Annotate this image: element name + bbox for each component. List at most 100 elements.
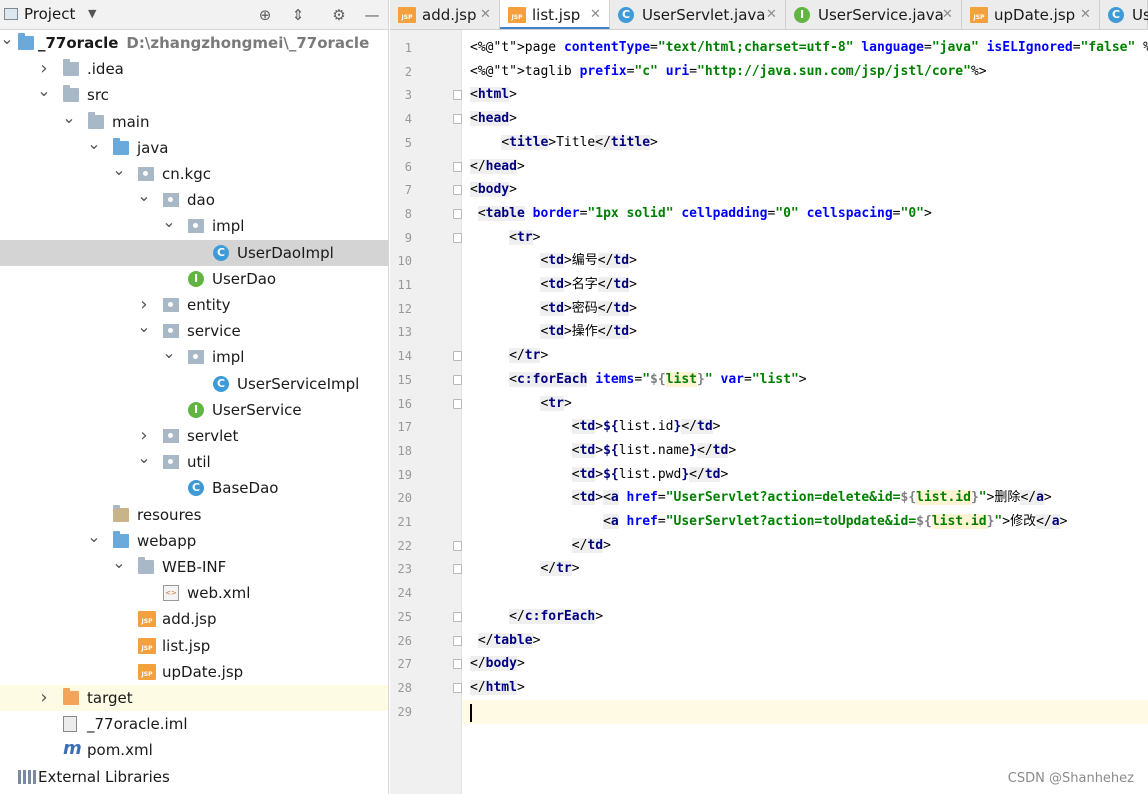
tree-item[interactable]: I UserDao <box>0 266 388 292</box>
code-line[interactable]: </head> <box>462 155 1148 179</box>
fold-marker-icon[interactable] <box>453 185 462 196</box>
chevron-down-icon[interactable]: ▼ <box>88 7 96 20</box>
code-line[interactable]: </td> <box>462 534 1148 558</box>
code-line[interactable] <box>462 699 1148 724</box>
fold-marker-icon[interactable] <box>453 208 462 219</box>
code-line[interactable]: </tr> <box>462 344 1148 368</box>
gear-icon[interactable]: ⚙ <box>328 4 350 26</box>
tree-item[interactable]: ⌄ impl <box>0 344 388 370</box>
editor-tab[interactable]: JSP add.jsp ✕ <box>390 0 500 29</box>
tree-item[interactable]: _77oracle.iml <box>0 711 388 737</box>
chevron-down-icon[interactable]: ⌄ <box>87 134 101 161</box>
editor-tab[interactable]: JSP list.jsp ✕ <box>500 0 610 29</box>
fold-marker-icon[interactable] <box>453 659 462 670</box>
code-line[interactable]: </tr> <box>462 557 1148 581</box>
tree-item[interactable]: JSP list.jsp <box>0 633 388 659</box>
locate-icon[interactable]: ⊕ <box>254 4 276 26</box>
code-line[interactable]: <head> <box>462 107 1148 131</box>
close-icon[interactable]: ✕ <box>766 0 777 29</box>
tree-item[interactable]: ⌄ java <box>0 134 388 161</box>
chevron-right-icon[interactable]: › <box>137 292 151 318</box>
editor-tab[interactable]: C Us <box>1100 0 1148 29</box>
tree-item[interactable]: C BaseDao <box>0 475 388 501</box>
tree-item[interactable]: ⌄ main <box>0 108 388 135</box>
code-line[interactable]: <tr> <box>462 226 1148 250</box>
chevron-down-icon[interactable]: ⌄ <box>137 318 151 344</box>
code-line[interactable]: <td>名字</td> <box>462 273 1148 297</box>
tree-item[interactable]: › .idea <box>0 56 388 82</box>
fold-marker-icon[interactable] <box>453 161 462 172</box>
editor-tab[interactable]: I UserService.java ✕ <box>786 0 962 29</box>
code-line[interactable]: <td>${list.pwd}</td> <box>462 463 1148 487</box>
close-icon[interactable]: ✕ <box>480 0 491 29</box>
tree-item[interactable]: ⌄ service <box>0 318 388 344</box>
code-line[interactable]: <td>${list.name}</td> <box>462 439 1148 463</box>
chevron-right-icon[interactable]: › <box>37 56 51 82</box>
close-icon[interactable]: ✕ <box>942 0 953 29</box>
tree-item[interactable]: C UserDaoImpl <box>0 239 388 266</box>
fold-marker-icon[interactable] <box>453 635 462 646</box>
chevron-down-icon[interactable]: ⌄ <box>137 449 151 475</box>
close-icon[interactable]: ✕ <box>590 0 601 29</box>
chevron-down-icon[interactable]: ⌄ <box>87 527 101 554</box>
code-line[interactable]: </body> <box>462 652 1148 676</box>
tree-item[interactable]: ⌄ cn.kgc <box>0 161 388 187</box>
code-line[interactable]: <body> <box>462 178 1148 202</box>
tree-item[interactable]: ⌄ src <box>0 82 388 108</box>
project-view-title[interactable]: Project <box>24 5 75 23</box>
fold-marker-icon[interactable] <box>453 398 462 409</box>
tree-item[interactable]: ⌄ impl <box>0 213 388 239</box>
code-line[interactable]: <c:forEach items="${list}" var="list"> <box>462 368 1148 392</box>
hide-icon[interactable]: — <box>361 4 383 26</box>
fold-marker-icon[interactable] <box>453 90 462 101</box>
chevron-down-icon[interactable]: ⌄ <box>0 30 14 56</box>
chevron-right-icon[interactable]: › <box>137 423 151 449</box>
collapse-all-icon[interactable]: ⇕ <box>287 4 309 26</box>
chevron-down-icon[interactable]: ⌄ <box>162 213 176 239</box>
editor-tab[interactable]: C UserServlet.java ✕ <box>610 0 786 29</box>
tree-item[interactable]: ⌄ dao <box>0 187 388 213</box>
tree-item[interactable]: C UserServiceImpl <box>0 371 388 397</box>
code-line[interactable]: <td><a href="UserServlet?action=delete&i… <box>462 486 1148 510</box>
code-line[interactable]: <table border="1px solid" cellpadding="0… <box>462 202 1148 226</box>
code-line[interactable]: <td>操作</td> <box>462 320 1148 344</box>
code-line[interactable]: <a href="UserServlet?action=toUpdate&id=… <box>462 510 1148 534</box>
chevron-right-icon[interactable]: › <box>37 685 51 711</box>
code-line[interactable]: <%@"t">page contentType="text/html;chars… <box>462 36 1148 60</box>
chevron-down-icon[interactable]: ⌄ <box>137 187 151 213</box>
code-line[interactable]: <tr> <box>462 392 1148 416</box>
tree-item[interactable]: › entity <box>0 292 388 318</box>
code-line[interactable]: </c:forEach> <box>462 605 1148 629</box>
fold-marker-icon[interactable] <box>453 351 462 362</box>
code-line[interactable]: </table> <box>462 629 1148 653</box>
tree-item[interactable]: ⌄ WEB-INF <box>0 554 388 580</box>
tree-item[interactable]: <> web.xml <box>0 580 388 606</box>
fold-marker-icon[interactable] <box>453 114 462 125</box>
fold-marker-icon[interactable] <box>453 682 462 693</box>
tree-item[interactable]: I UserService <box>0 397 388 423</box>
code-line[interactable]: <td>密码</td> <box>462 297 1148 321</box>
code-editor[interactable]: <%@"t">page contentType="text/html;chars… <box>462 30 1148 794</box>
code-line[interactable]: <html> <box>462 83 1148 107</box>
chevron-down-icon[interactable]: ⌄ <box>112 161 126 187</box>
chevron-down-icon[interactable]: ⌄ <box>162 344 176 370</box>
chevron-down-icon[interactable]: ⌄ <box>62 108 76 135</box>
tree-item[interactable]: ⌄ util <box>0 449 388 475</box>
tree-item[interactable]: External Libraries <box>0 764 388 790</box>
tree-item[interactable]: JSP add.jsp <box>0 606 388 632</box>
fold-marker-icon[interactable] <box>453 611 462 622</box>
fold-marker-icon[interactable] <box>453 232 462 243</box>
chevron-down-icon[interactable]: ⌄ <box>112 554 126 580</box>
tree-item[interactable]: ⌄ webapp <box>0 527 388 554</box>
tree-item[interactable]: resoures <box>0 502 388 528</box>
code-line[interactable] <box>462 581 1148 605</box>
chevron-down-icon[interactable]: ⌄ <box>37 82 51 108</box>
fold-marker-icon[interactable] <box>453 540 462 551</box>
code-line[interactable]: <title>Title</title> <box>462 131 1148 155</box>
tree-item[interactable]: ⌄ _77oracle D:\zhangzhongmei\_77oracle <box>0 30 388 56</box>
code-line[interactable]: <td>编号</td> <box>462 249 1148 273</box>
tree-item[interactable]: JSP upDate.jsp <box>0 659 388 685</box>
tree-item[interactable]: › servlet <box>0 423 388 449</box>
tree-item[interactable]: m pom.xml <box>0 737 388 763</box>
code-line[interactable]: </html> <box>462 676 1148 700</box>
